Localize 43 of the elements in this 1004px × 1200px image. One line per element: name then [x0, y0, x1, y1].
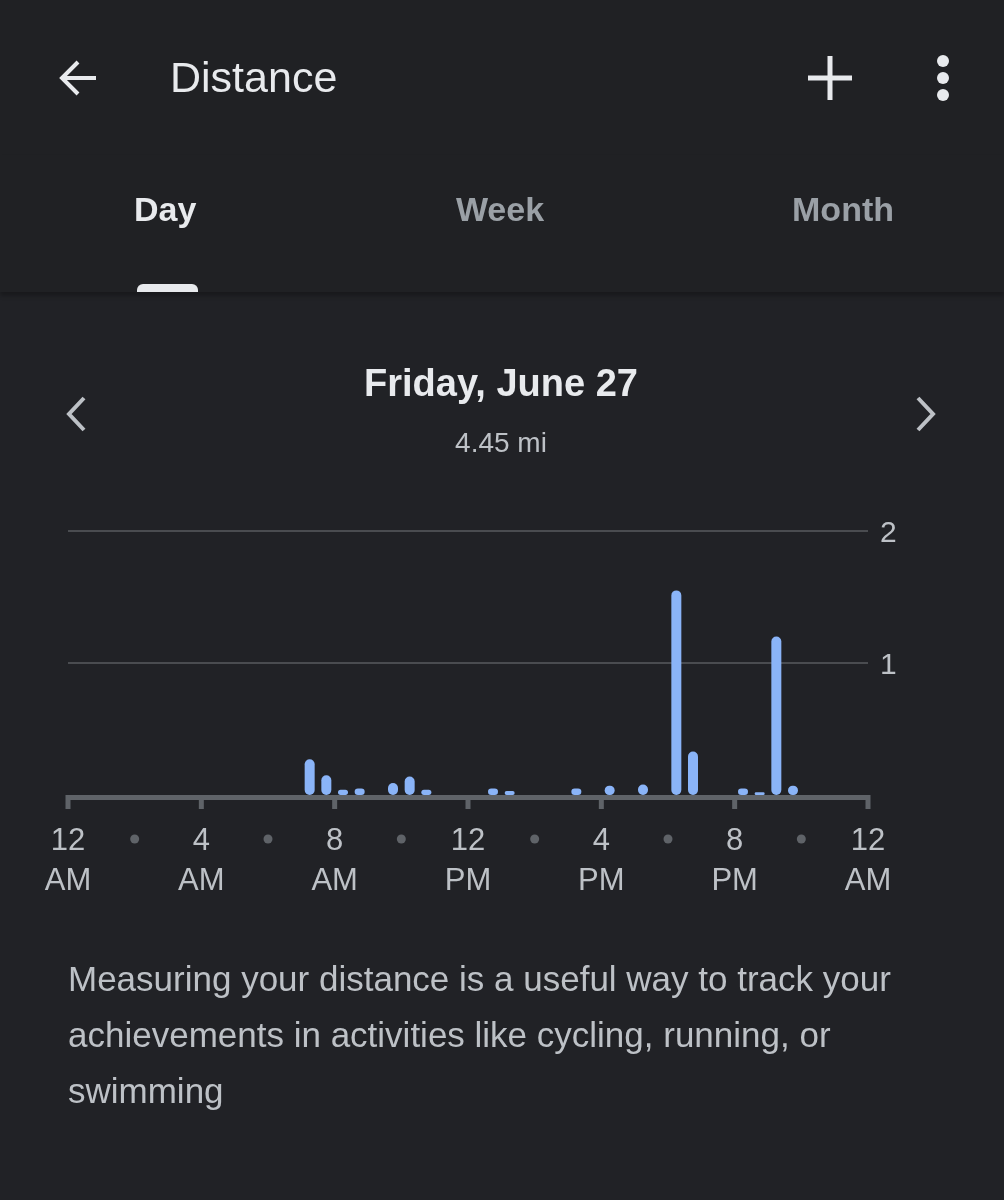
tick-dot	[130, 834, 140, 844]
distance-bar	[688, 751, 698, 795]
distance-bar	[404, 776, 415, 795]
tick-dot	[663, 834, 673, 844]
period-tab[interactable]: Week	[340, 155, 660, 292]
distance-bar	[788, 785, 798, 795]
date-title: Friday, June 27	[363, 362, 639, 405]
x-tick-label: 4 PM	[578, 822, 625, 897]
distance-bar	[504, 791, 515, 795]
x-tick-label: 8 AM	[311, 822, 358, 897]
distance-bar	[354, 788, 365, 795]
chevron-right-icon[interactable]	[916, 395, 936, 432]
chevron-left-icon[interactable]	[66, 395, 86, 432]
tab-indicator	[137, 284, 198, 292]
distance-bar	[388, 783, 398, 795]
distance-bar	[304, 759, 315, 795]
distance-bar	[321, 775, 332, 795]
x-tick-label: 4 AM	[178, 822, 225, 897]
total-distance: 4.45 mi	[454, 427, 548, 459]
distance-bar	[571, 788, 582, 795]
distance-bar	[488, 788, 498, 795]
period-tab[interactable]: Day	[0, 155, 340, 292]
distance-bar	[604, 785, 615, 795]
distance-bar	[338, 789, 348, 795]
x-tick-label: 12 AM	[44, 822, 92, 897]
tick-dot	[530, 834, 540, 844]
tick-dot	[396, 834, 406, 844]
page-title: Distance	[170, 53, 339, 102]
tick-dot	[796, 834, 806, 844]
description-text: Measuring your distance is a useful way to track your achievements in activities like cycling, running, or swimming	[68, 958, 892, 1112]
distance-bar	[738, 788, 748, 795]
y-tick-label: 2	[880, 515, 897, 548]
x-tick-label: 8 PM	[711, 822, 758, 897]
x-tick-label: 12 PM	[444, 822, 492, 897]
period-tab[interactable]: Month	[660, 155, 1004, 292]
tick-dot	[263, 834, 273, 844]
distance-bar	[638, 784, 648, 795]
add-icon[interactable]	[806, 53, 854, 102]
distance-bar	[754, 792, 765, 795]
distance-bar	[421, 789, 432, 795]
more-options-icon[interactable]	[936, 53, 950, 102]
x-tick-label: 12 AM	[844, 822, 892, 897]
y-tick-label: 1	[880, 647, 897, 680]
